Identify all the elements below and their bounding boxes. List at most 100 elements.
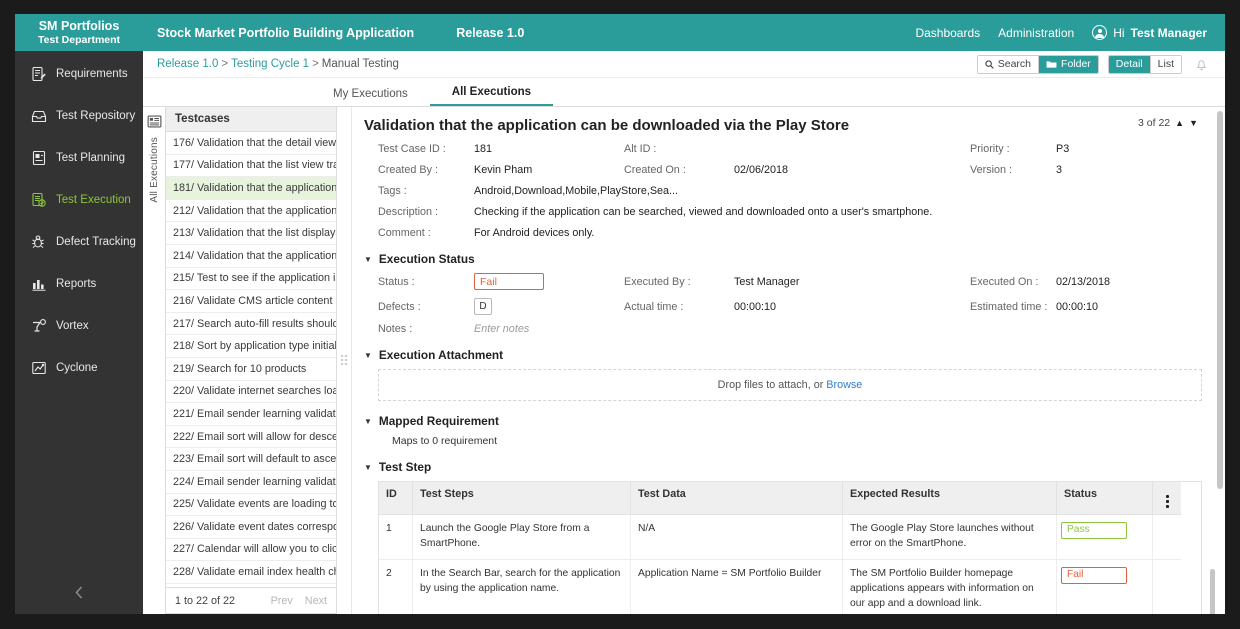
app-window: SM Portfolios Test Department Stock Mark… <box>15 14 1225 614</box>
breadcrumb-separator: > <box>312 58 319 70</box>
test-step-data: N/A <box>631 515 843 560</box>
scrollbar-thumb[interactable] <box>1217 111 1223 489</box>
testcase-list-item[interactable]: 223/ Email sort will default to ascendin… <box>166 448 336 471</box>
prev-record-button[interactable]: ▲ <box>1175 118 1184 128</box>
prev-page-button[interactable]: Prev <box>271 595 293 607</box>
testcase-list-item[interactable]: 213/ Validation that the list displays t… <box>166 222 336 245</box>
breadcrumb-item-cycle[interactable]: Testing Cycle 1 <box>231 58 309 70</box>
sidebar-item-defect-tracking[interactable]: Defect Tracking <box>15 223 143 261</box>
test-step-id: 2 <box>379 559 413 614</box>
triangle-down-icon: ▼ <box>364 462 372 472</box>
status-dropdown[interactable]: Fail <box>474 273 544 290</box>
execution-status-fields: Status : Fail Executed By : Test Manager… <box>364 273 1202 335</box>
testcase-list-item[interactable]: 216/ Validate CMS article content is loa… <box>166 290 336 313</box>
testcase-list-item[interactable]: 217/ Search auto-fill results should sho… <box>166 313 336 336</box>
chart-icon <box>32 280 46 291</box>
brand-logo[interactable]: SM Portfolios Test Department <box>15 14 143 51</box>
sidebar-item-label: Defect Tracking <box>56 236 136 248</box>
pagination-count: 1 to 22 of 22 <box>175 594 236 607</box>
user-menu[interactable]: Hi Test Manager <box>1092 25 1207 40</box>
tab-my-executions[interactable]: My Executions <box>311 88 430 106</box>
test-step-status-dropdown[interactable]: Pass <box>1061 522 1127 539</box>
field-label-tags: Tags : <box>378 185 407 197</box>
testcase-list-item[interactable]: 225/ Validate events are loading to the … <box>166 494 336 517</box>
column-header-test-steps: Test Steps <box>413 482 631 515</box>
scrollbar-thumb[interactable] <box>1210 569 1215 614</box>
section-mapped-requirement[interactable]: ▼ Mapped Requirement <box>364 414 1202 428</box>
field-label-description: Description : <box>378 206 439 218</box>
testcase-list-item[interactable]: 220/ Validate internet searches load al.… <box>166 381 336 404</box>
testcase-list-item[interactable]: 215/ Test to see if the application is a… <box>166 268 336 291</box>
notifications-button[interactable] <box>1191 54 1211 74</box>
notes-input[interactable]: Enter notes <box>474 323 1202 335</box>
folder-button[interactable]: Folder <box>1039 55 1098 73</box>
search-button[interactable]: Search <box>977 55 1040 73</box>
defects-value: D <box>479 301 487 312</box>
grid-view-icon[interactable] <box>147 114 162 129</box>
triangle-down-icon: ▼ <box>364 350 372 360</box>
field-label-comment: Comment : <box>378 227 431 239</box>
testcase-list-body[interactable]: 176/ Validation that the detail view is … <box>166 132 336 587</box>
test-step-action-cell <box>1153 559 1181 614</box>
bell-icon <box>1196 59 1206 70</box>
test-step-status-dropdown[interactable]: Fail <box>1061 566 1127 584</box>
detail-view-button[interactable]: Detail <box>1108 55 1151 73</box>
kebab-menu-icon <box>1160 488 1174 508</box>
nav-dashboards[interactable]: Dashboards <box>915 26 980 40</box>
testcase-list-item[interactable]: 224/ Email sender learning validation w.… <box>166 471 336 494</box>
defects-button[interactable]: D <box>474 298 492 315</box>
sidebar-item-test-execution[interactable]: Test Execution <box>15 181 143 219</box>
sidebar-item-cyclone[interactable]: Cyclone <box>15 349 143 387</box>
sidebar-item-test-repository[interactable]: Test Repository <box>15 97 143 135</box>
browse-link[interactable]: Browse <box>826 379 862 391</box>
test-step-scrollbar[interactable] <box>1210 569 1215 614</box>
top-bar: SM Portfolios Test Department Stock Mark… <box>15 14 1225 51</box>
list-view-button[interactable]: List <box>1150 55 1181 73</box>
testcase-list-item[interactable]: 181/ Validation that the application can… <box>166 177 336 200</box>
testcase-list-item[interactable]: 176/ Validation that the detail view is … <box>166 132 336 155</box>
testcase-fields: Test Case ID : 181 Alt ID : Priority : P… <box>364 143 1202 239</box>
next-page-button[interactable]: Next <box>305 595 327 607</box>
field-value-estimated-time: 00:00:10 <box>1056 300 1099 313</box>
section-execution-attachment[interactable]: ▼ Execution Attachment <box>364 348 1202 362</box>
testcase-list-item[interactable]: 218/ Sort by application type initially … <box>166 335 336 358</box>
testcase-list-item[interactable]: 219/ Search for 10 products <box>166 358 336 381</box>
rail-label: All Executions <box>148 137 160 203</box>
testcase-list-item[interactable]: 221/ Email sender learning validation w.… <box>166 403 336 426</box>
testcase-list-item[interactable]: 177/ Validation that the list view trans… <box>166 155 336 178</box>
testcase-list-item[interactable]: 212/ Validation that the application is … <box>166 200 336 223</box>
sidebar-item-test-planning[interactable]: Test Planning <box>15 139 143 177</box>
tab-all-executions[interactable]: All Executions <box>429 86 554 106</box>
breadcrumb-item-release[interactable]: Release 1.0 <box>157 58 218 70</box>
testcase-list-item[interactable]: 227/ Calendar will allow you to click th… <box>166 539 336 562</box>
triangle-down-icon: ▼ <box>364 254 372 264</box>
field-label-created-by: Created By : <box>378 164 439 176</box>
top-bar-right: Dashboards Administration Hi Test Manage… <box>915 14 1225 51</box>
nav-administration[interactable]: Administration <box>998 26 1074 40</box>
cyclone-icon <box>32 361 46 375</box>
sidebar-item-label: Test Repository <box>56 110 136 122</box>
testcase-list-item[interactable]: 226/ Validate event dates correspond t..… <box>166 516 336 539</box>
pane-splitter[interactable] <box>337 107 351 614</box>
splitter-handle-icon <box>341 354 347 367</box>
attachment-dropzone[interactable]: Drop files to attach, or Browse <box>378 369 1202 401</box>
sidebar-item-vortex[interactable]: Vortex <box>15 307 143 345</box>
column-header-status: Status <box>1057 482 1153 515</box>
field-label-created-on: Created On : <box>624 164 686 176</box>
section-execution-status[interactable]: ▼ Execution Status <box>364 252 1202 266</box>
sidebar-item-label: Reports <box>56 278 97 290</box>
detail-scrollbar[interactable] <box>1217 111 1223 608</box>
sidebar-collapse-button[interactable] <box>15 585 143 604</box>
section-title: Execution Status <box>378 252 475 266</box>
sidebar-item-reports[interactable]: Reports <box>15 265 143 303</box>
next-record-button[interactable]: ▼ <box>1189 118 1198 128</box>
panes: All Executions Testcases 176/ Validation… <box>143 107 1225 614</box>
field-value-executed-on: 02/13/2018 <box>1056 275 1111 288</box>
table-options-button[interactable] <box>1153 482 1181 515</box>
testcase-list-item[interactable]: 214/ Validation that the application can… <box>166 245 336 268</box>
testcase-list-item[interactable]: 222/ Email sort will allow for descendin… <box>166 426 336 449</box>
section-test-step[interactable]: ▼ Test Step <box>364 460 1202 474</box>
sidebar-item-requirements[interactable]: Requirements <box>15 55 143 93</box>
column-header-expected-results: Expected Results <box>843 482 1057 515</box>
testcase-list-item[interactable]: 228/ Validate email index health check .… <box>166 561 336 584</box>
